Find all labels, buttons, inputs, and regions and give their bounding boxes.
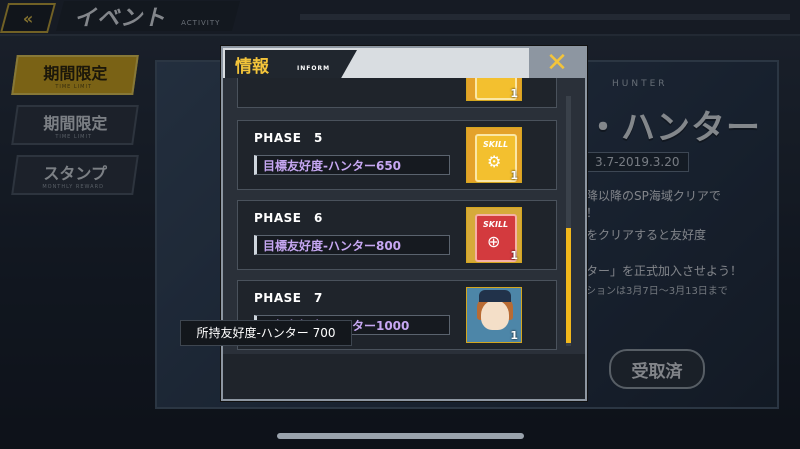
info-dialog: 情報 INFORM ✕ 1 PHASE 5 目標友好度-ハンター650 SKIL… — [221, 46, 587, 401]
skill-book-red-icon[interactable]: SKILL ⊕ 1 — [466, 207, 522, 263]
phase-label: PHASE 5 — [254, 131, 323, 145]
phase-goal: 目標友好度-ハンター800 — [254, 235, 450, 255]
reward-count: 1 — [510, 249, 518, 262]
dialog-title: 情報 — [235, 57, 269, 77]
skill-book-gold-icon[interactable]: SKILL ⚙ 1 — [466, 127, 522, 183]
scrollbar-thumb[interactable] — [566, 228, 571, 343]
dialog-header: 情報 INFORM ✕ — [223, 48, 585, 78]
phase-row: PHASE 5 目標友好度-ハンター650 SKILL ⚙ 1 — [237, 120, 557, 190]
phase-goal: 目標友好度-ハンター650 — [254, 155, 450, 175]
dialog-subtitle: INFORM — [297, 65, 331, 72]
phase-list[interactable]: 1 PHASE 5 目標友好度-ハンター650 SKILL ⚙ 1 PHASE 6… — [223, 78, 585, 353]
phase-row: PHASE 6 目標友好度-ハンター800 SKILL ⊕ 1 — [237, 200, 557, 270]
reward-count: 1 — [510, 169, 518, 182]
close-x-icon: ✕ — [546, 48, 568, 78]
reward-count: 1 — [510, 329, 518, 342]
dialog-footer — [223, 354, 585, 399]
phase-label: PHASE 7 — [254, 291, 323, 305]
character-hunter-portrait-icon[interactable]: 1 — [466, 287, 522, 343]
phase-row-partial: 1 — [237, 78, 557, 108]
favor-value: 所持友好度-ハンター 700 — [180, 320, 352, 346]
skill-book-gold-icon: 1 — [466, 78, 522, 101]
home-indicator[interactable] — [277, 433, 524, 439]
close-button[interactable]: ✕ — [529, 48, 585, 78]
phase-label: PHASE 6 — [254, 211, 323, 225]
